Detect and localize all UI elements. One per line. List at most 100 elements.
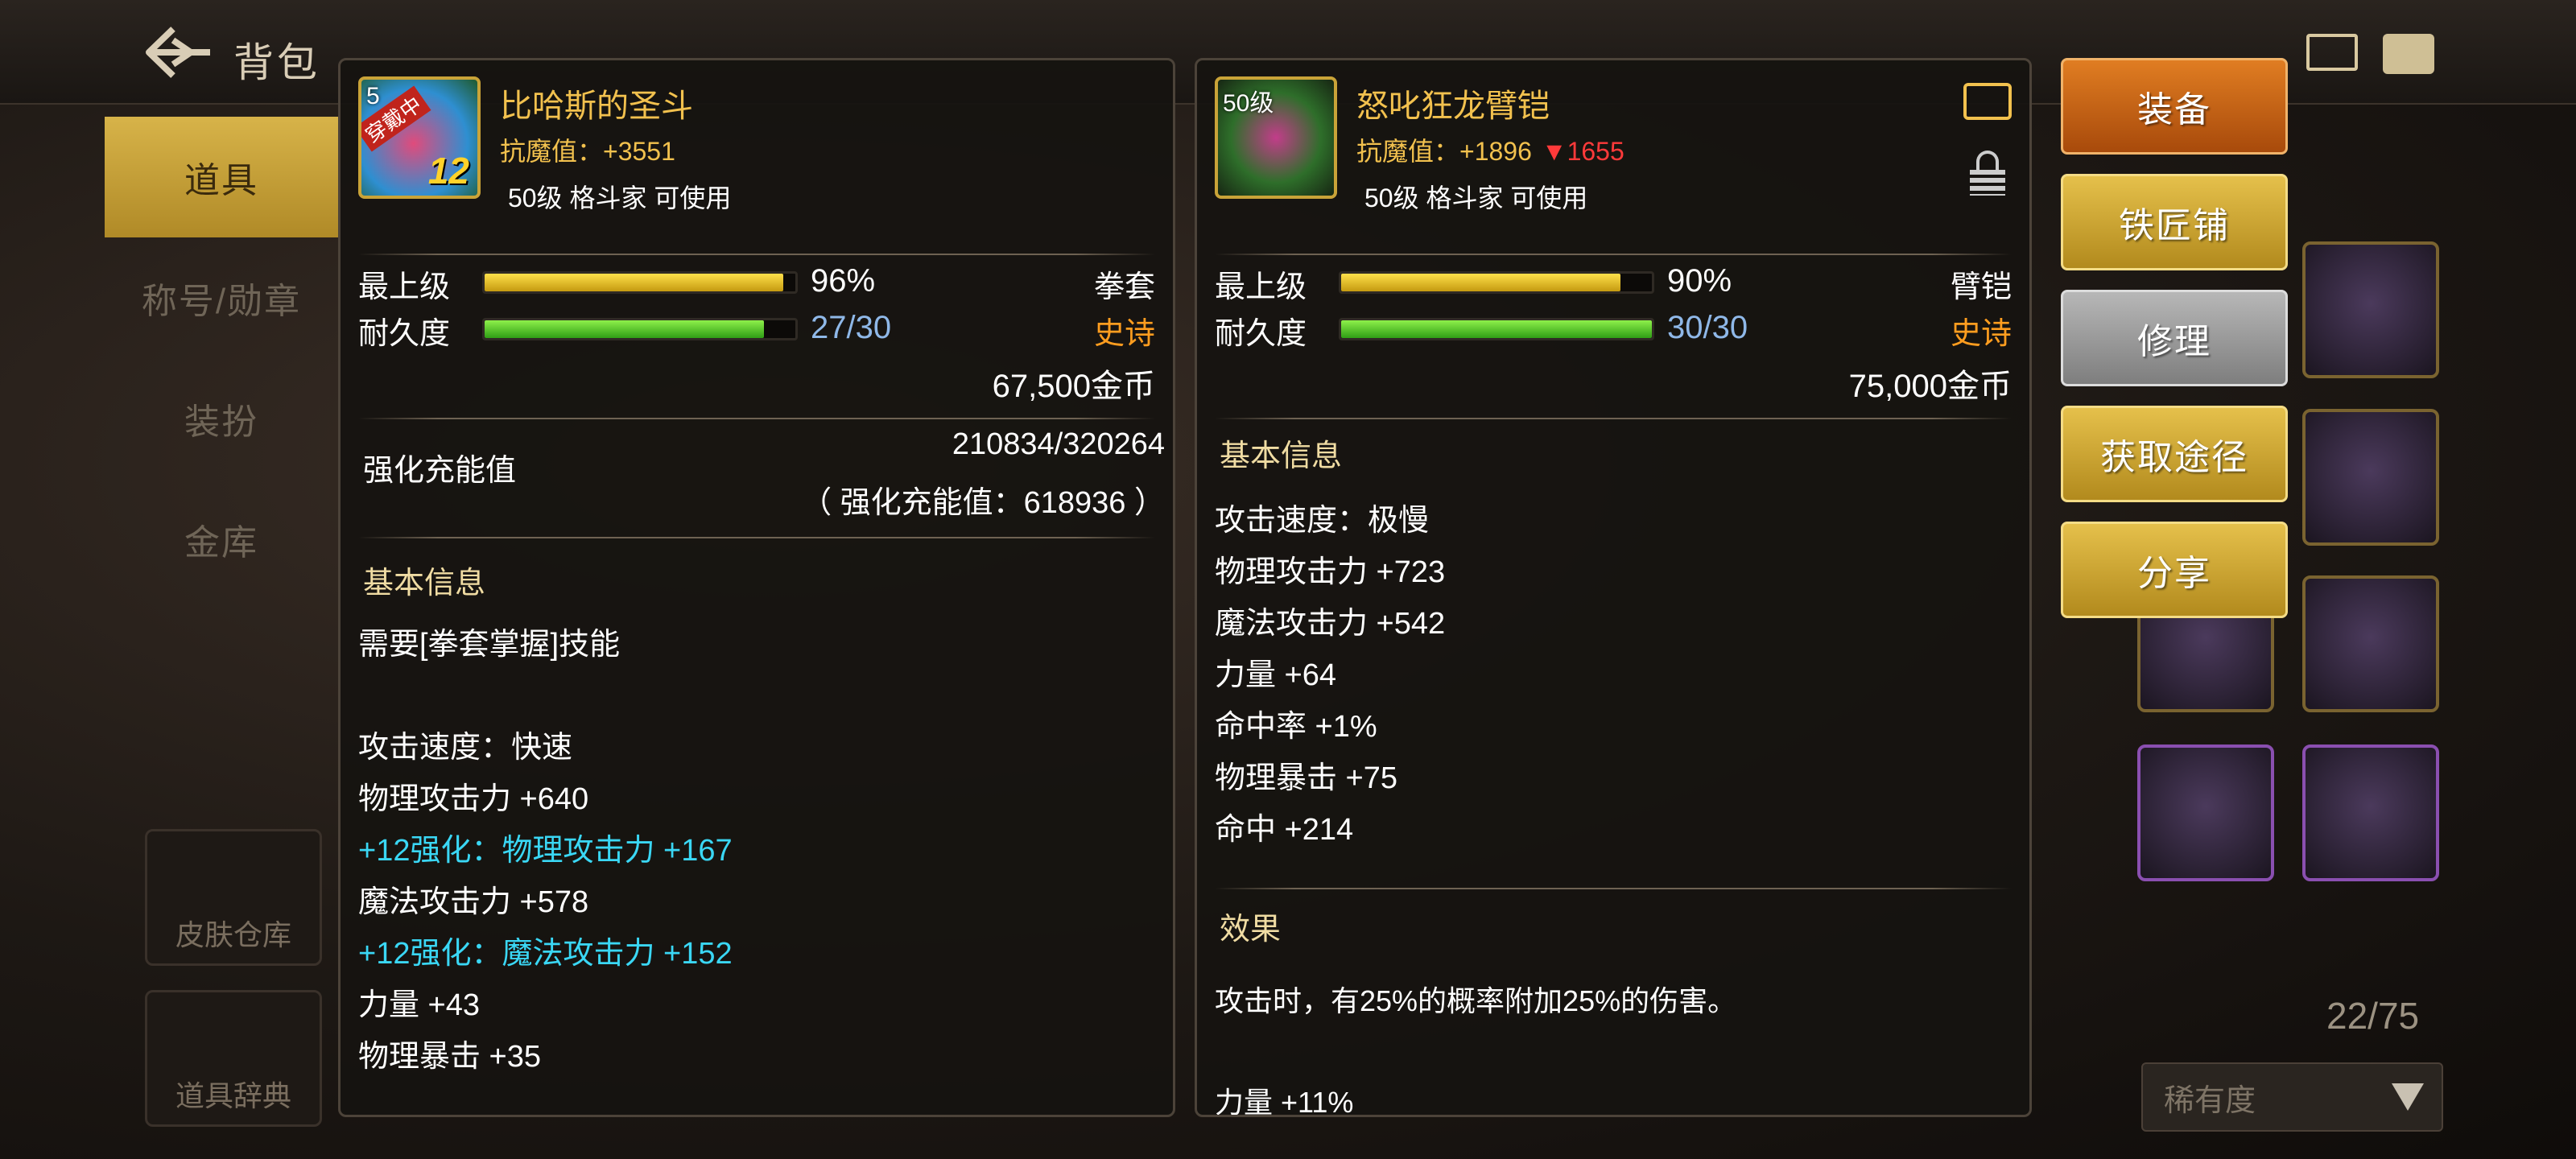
effect-title: 效果 (1220, 913, 1282, 947)
inventory-slot[interactable] (2302, 241, 2439, 378)
property-line: 魔法攻击力 +542 (1215, 607, 1446, 641)
equipped-item-tooltip: 5 穿戴中 12 比哈斯的圣斗 抗魔值：+3551 50级 格斗家 可使用 最上… (338, 58, 1175, 1117)
property-line: 攻击速度：快速 (358, 731, 573, 765)
chat-icon[interactable] (2383, 34, 2434, 74)
repair-button[interactable]: 修理 (2061, 290, 2288, 386)
property-line: 力量 +64 (1215, 658, 1337, 692)
basic-info-title: 基本信息 (1220, 439, 1343, 473)
chevron-down-icon (2392, 1083, 2424, 1111)
share-button[interactable]: 分享 (2061, 522, 2288, 618)
item-name: 比哈斯的圣斗 (500, 89, 693, 124)
property-line: 需要[拳套掌握]技能 (358, 628, 621, 662)
resist-label: 抗魔值： (1356, 137, 1460, 166)
resist-diff: ▼1655 (1541, 137, 1624, 166)
effect-text: 攻击时，有25%的概率附加25%的伤害。 (1215, 984, 1737, 1017)
price-text: 75,000金币 (1848, 369, 2012, 404)
skin-warehouse-button[interactable]: 皮肤仓库 (145, 829, 322, 966)
property-list: 攻击速度：极慢 物理攻击力 +723 魔法攻击力 +542 力量 +64 命中率… (1215, 495, 2012, 856)
requirement-text: 50级 格斗家 可使用 (1364, 184, 1588, 212)
item-type: 臂铠 (1950, 270, 2012, 304)
menu-item-titles[interactable]: 称号/勋章 (105, 237, 338, 358)
durability-bar-fill (1341, 320, 1652, 338)
category-menu: 道具 称号/勋章 装扮 金库 (105, 117, 338, 600)
enhance-charge-value: 210834/320264 (952, 427, 1165, 461)
resist-label: 抗魔值： (500, 137, 604, 166)
durability-bar-fill (485, 320, 765, 338)
property-line: 命中率 +1% (1215, 710, 1377, 744)
enhance-charge-total: （ 强化充能值：618936 ） (801, 486, 1165, 520)
lock-icon[interactable] (1970, 151, 2005, 196)
item-level-tag: 50级 (1223, 90, 1274, 117)
durability-label: 耐久度 (1215, 317, 1307, 351)
property-line: 物理攻击力 +640 (358, 782, 589, 816)
enhance-bonus-line: +12强化：魔法攻击力 +152 (358, 937, 733, 971)
property-line: 物理暴击 +35 (358, 1040, 542, 1074)
divider (1215, 888, 2012, 889)
compared-item-tooltip: 50级 怒叱狂龙臂铠 抗魔值：+1896 ▼1655 50级 格斗家 可使用 最上… (1195, 58, 2032, 1117)
requirement-text: 50级 格斗家 可使用 (508, 184, 732, 212)
property-line: 魔法攻击力 +578 (358, 885, 589, 919)
item-dictionary-button[interactable]: 道具辞典 (145, 990, 322, 1127)
rarity-filter-label: 稀有度 (2164, 1083, 2256, 1118)
grade-bar (1339, 271, 1654, 294)
share-icon[interactable] (1963, 83, 2012, 120)
durability-bar (482, 318, 798, 340)
magic-resist-line: 抗魔值：+3551 (500, 131, 675, 168)
grade-bar (482, 271, 798, 294)
basic-info-title: 基本信息 (363, 567, 486, 600)
page-title: 背包 (233, 40, 320, 85)
property-line: 攻击速度：极慢 (1215, 504, 1430, 538)
divider (1215, 418, 2012, 419)
durability-label: 耐久度 (358, 317, 451, 351)
property-line-cut: 力量 +11% (1215, 1086, 1354, 1117)
item-type: 拳套 (1093, 270, 1155, 304)
item-icon-gauntlet: 5 穿戴中 12 (358, 76, 481, 199)
durability-bar (1339, 318, 1654, 340)
item-name: 怒叱狂龙臂铠 (1356, 89, 1550, 124)
equip-button[interactable]: 装备 (2061, 58, 2288, 155)
grade-label: 最上级 (1215, 270, 1307, 304)
property-list: 需要[拳套掌握]技能 攻击速度：快速 物理攻击力 +640 +12强化：物理攻击… (358, 619, 1155, 1083)
grade-bar-fill (485, 274, 783, 291)
property-line: 命中 +214 (1215, 813, 1354, 847)
inventory-slot[interactable] (2302, 744, 2439, 881)
rarity-text: 史诗 (1950, 317, 2012, 351)
durability-value: 30/30 (1667, 310, 1748, 345)
durability-value: 27/30 (811, 310, 892, 345)
menu-item-vault[interactable]: 金库 (105, 479, 338, 600)
inventory-count: 22/75 (2326, 995, 2420, 1037)
divider (358, 418, 1155, 419)
item-level-tag: 5 (366, 83, 380, 109)
inventory-slot[interactable] (2302, 575, 2439, 712)
divider (1215, 254, 2012, 255)
grade-percent: 90% (1667, 263, 1732, 299)
blacksmith-button[interactable]: 铁匠铺 (2061, 174, 2288, 270)
action-buttons: 装备 铁匠铺 修理 获取途径 分享 (2061, 58, 2288, 637)
rarity-text: 史诗 (1093, 317, 1155, 351)
menu-item-items[interactable]: 道具 (105, 117, 338, 237)
property-spacer (358, 670, 1155, 722)
grade-percent: 96% (811, 263, 876, 299)
property-line: 力量 +43 (358, 988, 481, 1022)
rarity-filter-select[interactable]: 稀有度 (2141, 1062, 2443, 1132)
mail-icon[interactable] (2306, 34, 2358, 71)
enhance-bonus-line: +12强化：物理攻击力 +167 (358, 834, 733, 868)
price-text: 67,500金币 (992, 369, 1155, 404)
menu-item-avatar[interactable]: 装扮 (105, 358, 338, 479)
divider (358, 537, 1155, 538)
grade-bar-fill (1341, 274, 1621, 291)
resist-value: +3551 (603, 137, 675, 166)
enhance-charge-label: 强化充能值 (363, 454, 517, 488)
property-line: 物理攻击力 +723 (1215, 555, 1446, 589)
magic-resist-line: 抗魔值：+1896 ▼1655 (1356, 131, 1624, 168)
inventory-slot[interactable] (2302, 409, 2439, 546)
divider (358, 254, 1155, 255)
back-arrow-icon[interactable] (141, 24, 213, 80)
grade-label: 最上级 (358, 270, 451, 304)
inventory-slot[interactable] (2137, 744, 2274, 881)
resist-value: +1896 (1459, 137, 1532, 166)
obtain-source-button[interactable]: 获取途径 (2061, 406, 2288, 502)
enhance-level-badge: 12 (427, 150, 469, 192)
item-icon-arm-guard: 50级 (1215, 76, 1337, 199)
property-line: 物理暴击 +75 (1215, 761, 1398, 795)
